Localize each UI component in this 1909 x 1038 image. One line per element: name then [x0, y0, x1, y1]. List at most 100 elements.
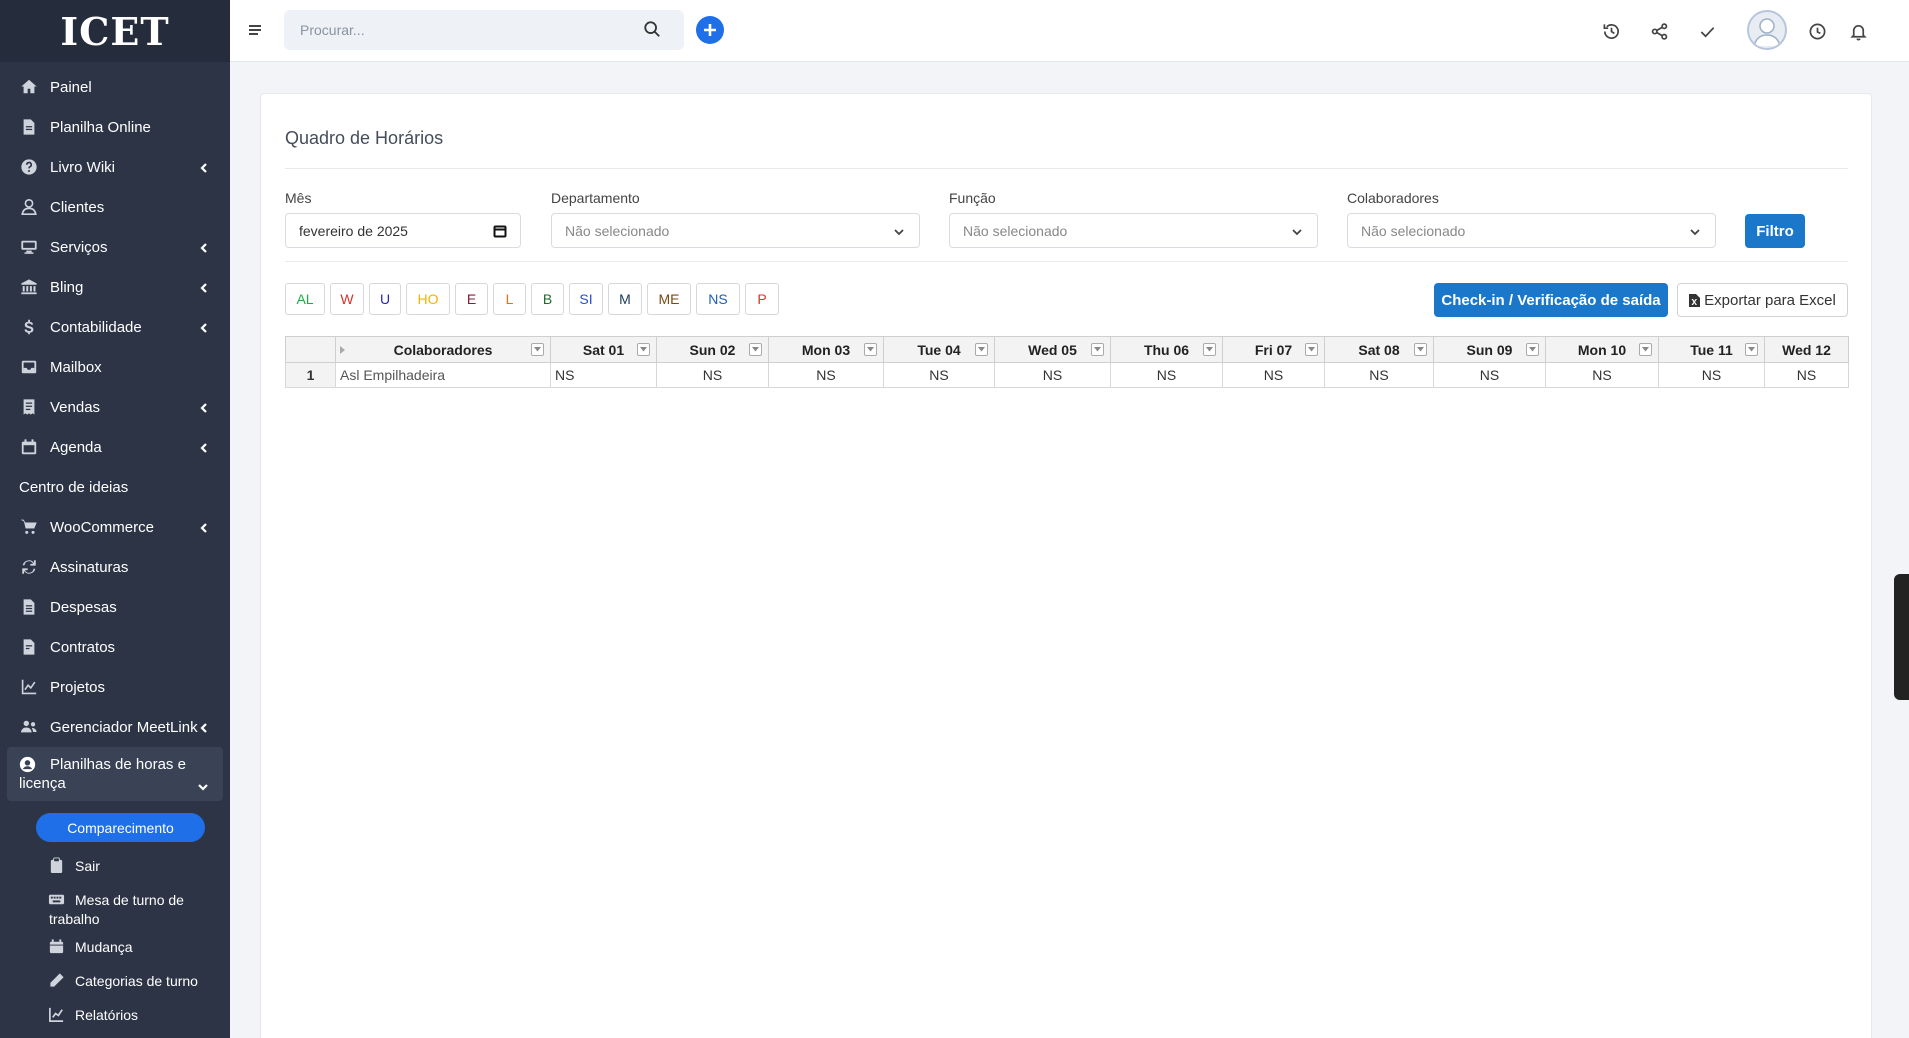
submenu-item-comparecimento[interactable]: Comparecimento	[36, 813, 205, 842]
sidebar-item-despesas[interactable]: Despesas	[0, 587, 230, 627]
calendar-icon[interactable]	[493, 224, 507, 238]
legend-chip-al[interactable]: AL	[285, 283, 325, 315]
column-filter-icon[interactable]	[531, 343, 544, 356]
month-picker[interactable]: fevereiro de 2025	[285, 213, 521, 248]
column-header-day[interactable]: Sun 02	[656, 336, 769, 363]
legend-chip-w[interactable]: W	[330, 283, 364, 315]
column-header-day[interactable]: Sun 09	[1433, 336, 1546, 363]
legend-chip-me[interactable]: ME	[647, 283, 691, 315]
sidebar-item-agenda[interactable]: Agenda	[0, 427, 230, 467]
chevron-left-icon	[198, 721, 210, 733]
submenu-item-mudanca[interactable]: Mudança	[0, 938, 230, 957]
submenu-item-sair[interactable]: Sair	[0, 857, 230, 876]
column-filter-icon[interactable]	[637, 343, 650, 356]
expand-triangle-icon[interactable]	[340, 346, 345, 354]
export-excel-button[interactable]: Exportar para Excel	[1677, 283, 1848, 317]
shift-cell[interactable]: NS	[1658, 362, 1765, 388]
clock-icon[interactable]	[1806, 20, 1828, 42]
sidebar-item-centro-de-ideias[interactable]: Centro de ideias	[0, 467, 230, 507]
department-select[interactable]: Não selecionado	[551, 213, 920, 248]
sidebar-item-mailbox[interactable]: Mailbox	[0, 347, 230, 387]
filter-button[interactable]: Filtro	[1745, 214, 1805, 248]
employees-select[interactable]: Não selecionado	[1347, 213, 1716, 248]
legend-chip-si[interactable]: SI	[569, 283, 603, 315]
sidebar-item-livro-wiki[interactable]: Livro Wiki	[0, 147, 230, 187]
avatar[interactable]	[1747, 10, 1787, 50]
column-filter-icon[interactable]	[1639, 343, 1652, 356]
shift-cell[interactable]: NS	[550, 362, 657, 388]
column-header-day[interactable]: Thu 06	[1110, 336, 1223, 363]
table-row: 1 Asl Empilhadeira NS NS NS NS NS NS NS NS NS NS NS N…	[285, 362, 1849, 388]
sidebar-item-label: Assinaturas	[50, 558, 129, 576]
search-input[interactable]	[284, 10, 684, 50]
legend-chip-e[interactable]: E	[455, 283, 488, 315]
side-widget-tab[interactable]	[1894, 574, 1909, 700]
shift-cell[interactable]: NS	[1324, 362, 1434, 388]
submenu-item-mesa-de-turno[interactable]: Mesa de turno de trabalho	[0, 891, 230, 929]
legend-chip-p[interactable]: P	[745, 283, 779, 315]
column-header-employees[interactable]: Colaboradores	[335, 336, 551, 363]
sidebar-item-woocommerce[interactable]: WooCommerce	[0, 507, 230, 547]
column-filter-icon[interactable]	[1745, 343, 1758, 356]
sidebar-item-projetos[interactable]: Projetos	[0, 667, 230, 707]
menu-toggle-icon[interactable]	[247, 22, 263, 38]
employee-name-cell[interactable]: Asl Empilhadeira	[335, 362, 551, 388]
sidebar-item-painel[interactable]: Painel	[0, 67, 230, 107]
bell-icon[interactable]	[1847, 20, 1869, 42]
shift-cell[interactable]: NS	[1110, 362, 1223, 388]
sidebar-item-servicos[interactable]: Serviços	[0, 227, 230, 267]
logo[interactable]: ICET	[0, 0, 230, 62]
sidebar-item-clientes[interactable]: Clientes	[0, 187, 230, 227]
add-button[interactable]	[696, 16, 724, 44]
column-filter-icon[interactable]	[1526, 343, 1539, 356]
column-filter-icon[interactable]	[1414, 343, 1427, 356]
sidebar-item-contratos[interactable]: Contratos	[0, 627, 230, 667]
shift-cell[interactable]: NS	[1764, 362, 1849, 388]
sidebar-item-gerenciador-meetlink[interactable]: Gerenciador MeetLink	[0, 707, 230, 747]
shift-cell[interactable]: NS	[656, 362, 769, 388]
sidebar-item-bling[interactable]: Bling	[0, 267, 230, 307]
column-filter-icon[interactable]	[864, 343, 877, 356]
legend-chip-ns[interactable]: NS	[696, 283, 740, 315]
legend-chip-b[interactable]: B	[531, 283, 564, 315]
shift-cell[interactable]: NS	[1222, 362, 1325, 388]
column-header-day[interactable]: Tue 11	[1658, 336, 1765, 363]
shift-cell[interactable]: NS	[768, 362, 884, 388]
column-filter-icon[interactable]	[1305, 343, 1318, 356]
column-header-day[interactable]: Wed 05	[994, 336, 1111, 363]
sidebar-item-vendas[interactable]: Vendas	[0, 387, 230, 427]
column-header-day[interactable]: Tue 04	[883, 336, 995, 363]
shift-cell[interactable]: NS	[1545, 362, 1659, 388]
submenu-item-relatorios[interactable]: Relatórios	[0, 1006, 230, 1025]
column-header-day[interactable]: Mon 03	[768, 336, 884, 363]
shift-cell[interactable]: NS	[994, 362, 1111, 388]
column-header-day[interactable]: Sat 08	[1324, 336, 1434, 363]
column-header-day[interactable]: Fri 07	[1222, 336, 1325, 363]
history-icon[interactable]	[1600, 20, 1622, 42]
column-filter-icon[interactable]	[1091, 343, 1104, 356]
sidebar-item-planilha-online[interactable]: Planilha Online	[0, 107, 230, 147]
sidebar-item-planilhas-de-horas[interactable]: Planilhas de horas e licença	[7, 747, 223, 801]
submenu-item-categorias-de-turno[interactable]: Categorias de turno	[0, 972, 230, 991]
column-filter-icon[interactable]	[749, 343, 762, 356]
chart-icon	[18, 678, 40, 696]
column-filter-icon[interactable]	[975, 343, 988, 356]
sidebar-item-assinaturas[interactable]: Assinaturas	[0, 547, 230, 587]
column-header-day[interactable]: Mon 10	[1545, 336, 1659, 363]
chevron-down-icon	[893, 225, 905, 237]
share-icon[interactable]	[1648, 20, 1670, 42]
check-icon[interactable]	[1696, 20, 1718, 42]
legend-chip-u[interactable]: U	[369, 283, 401, 315]
legend-chip-ho[interactable]: HO	[406, 283, 450, 315]
column-header-day[interactable]: Wed 12	[1764, 336, 1849, 363]
legend-chip-l[interactable]: L	[493, 283, 526, 315]
role-select[interactable]: Não selecionado	[949, 213, 1318, 248]
checkin-checkout-button[interactable]: Check-in / Verificação de saída	[1434, 283, 1668, 317]
legend-chip-m[interactable]: M	[608, 283, 642, 315]
sidebar-item-contabilidade[interactable]: Contabilidade	[0, 307, 230, 347]
shift-cell[interactable]: NS	[883, 362, 995, 388]
column-filter-icon[interactable]	[1203, 343, 1216, 356]
shift-cell[interactable]: NS	[1433, 362, 1546, 388]
search-icon[interactable]	[643, 20, 663, 40]
column-header-day[interactable]: Sat 01	[550, 336, 657, 363]
